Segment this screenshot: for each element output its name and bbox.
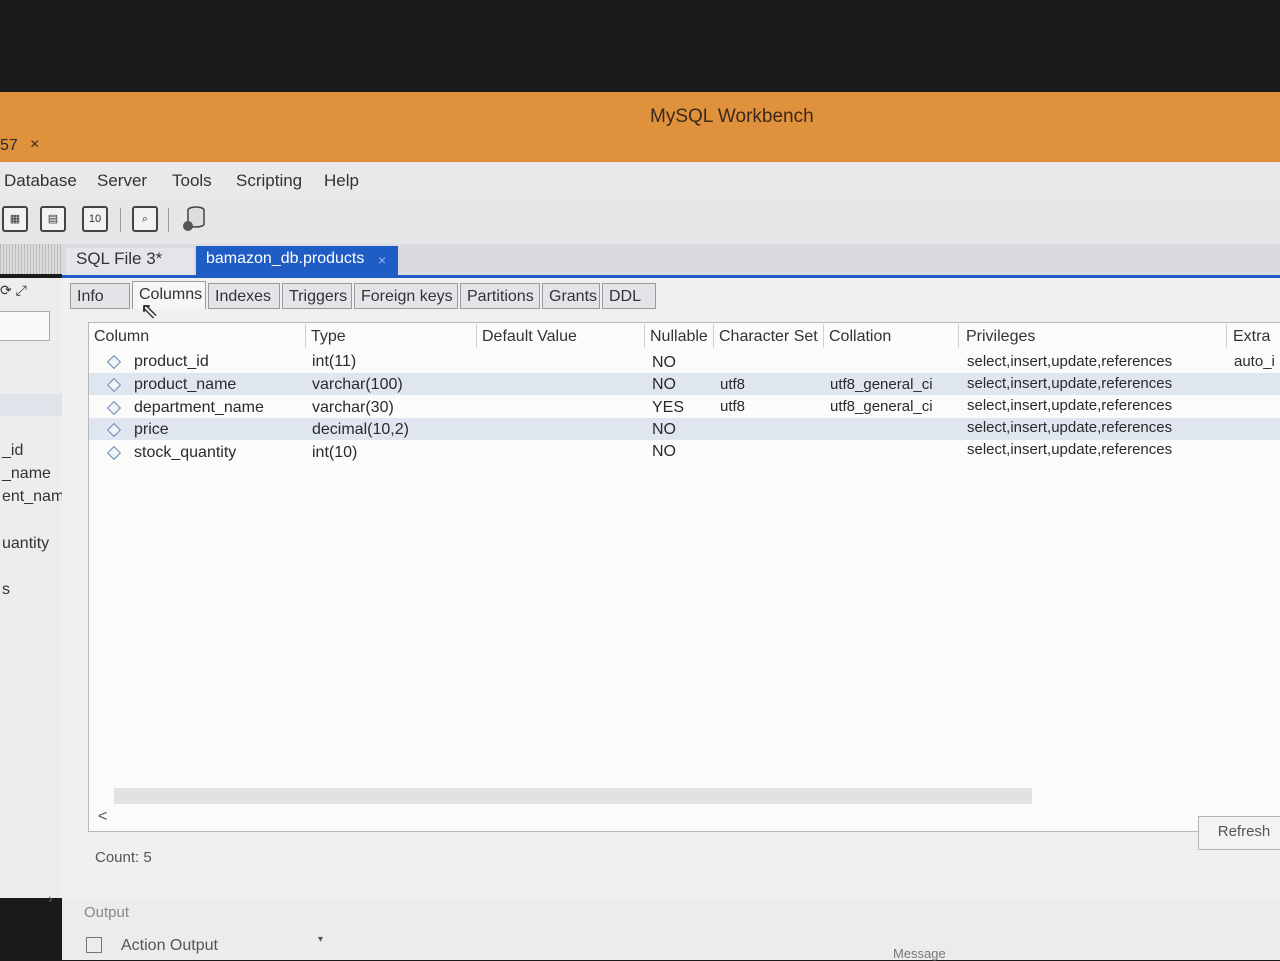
sidebar-item-quantity[interactable]: uantity (2, 535, 49, 553)
cell-nullable: NO (652, 354, 676, 371)
sql-options-icon[interactable]: 10 (82, 206, 108, 232)
header-separator (644, 324, 645, 348)
cell-type: int(10) (312, 444, 358, 461)
toolbar-separator (120, 208, 121, 232)
cell-character-set: utf8 (720, 376, 746, 393)
cell-type: int(11) (312, 353, 357, 370)
menu-help[interactable]: Help (324, 171, 359, 191)
cell-privileges: select,insert,update,references (967, 441, 1173, 458)
tab-close-icon[interactable]: × (378, 252, 386, 268)
tab-triggers[interactable]: Triggers (282, 283, 352, 309)
scroll-left-arrow-icon[interactable]: < (98, 808, 107, 826)
cell-column: department_name (134, 399, 264, 416)
tab-foreign-keys[interactable]: Foreign keys (354, 283, 458, 309)
header-separator (713, 324, 714, 348)
tab-sql-file-3-label[interactable]: SQL File 3* (76, 249, 162, 269)
cell-privileges: select,insert,update,references (967, 375, 1173, 392)
header-separator (476, 324, 477, 348)
header-separator (823, 324, 824, 348)
database-config-icon[interactable] (180, 204, 208, 234)
header-separator (1226, 324, 1227, 348)
new-sql-tab-icon[interactable]: ▦ (2, 206, 28, 232)
output-panel-title: Output (84, 904, 130, 921)
connection-tab-label[interactable]: 57 (0, 137, 18, 155)
row-count: Count: 5 (95, 849, 152, 866)
tab-partitions[interactable]: Partitions (460, 283, 540, 309)
header-privileges[interactable]: Privileges (966, 328, 1035, 346)
header-nullable[interactable]: Nullable (650, 328, 708, 346)
header-separator (305, 324, 306, 348)
header-separator (958, 324, 959, 348)
tab-grants[interactable]: Grants (542, 283, 600, 309)
tab-indexes[interactable]: Indexes (208, 283, 280, 309)
header-column[interactable]: Column (94, 328, 149, 346)
cell-collation: utf8_general_ci (830, 376, 933, 393)
header-character-set[interactable]: Character Set (719, 328, 818, 346)
connection-tab-close-icon[interactable]: × (30, 136, 39, 154)
window-title-bar (0, 92, 1280, 162)
action-output-selector[interactable]: Action Output (121, 937, 218, 955)
output-message-header: Message (893, 946, 946, 961)
cell-column: stock_quantity (134, 444, 237, 461)
sidebar-expand-chevron-icon[interactable]: › (48, 890, 53, 906)
horizontal-scrollbar[interactable] (114, 788, 1032, 804)
cell-column: product_id (134, 353, 209, 370)
cell-character-set: utf8 (720, 398, 746, 415)
menu-tools[interactable]: Tools (172, 171, 212, 191)
cell-nullable: YES (652, 399, 685, 416)
cell-nullable: NO (652, 376, 676, 393)
menu-database[interactable]: Database (4, 171, 77, 191)
cell-column: product_name (134, 376, 237, 393)
mouse-cursor-icon: ⇖ (140, 298, 159, 323)
cell-privileges: select,insert,update,references (967, 353, 1173, 370)
toolbar-separator (168, 208, 169, 232)
cell-privileges: select,insert,update,references (967, 419, 1173, 436)
cell-type: decimal(10,2) (312, 421, 409, 438)
header-extra[interactable]: Extra (1233, 328, 1270, 346)
tab-ddl[interactable]: DDL (602, 283, 656, 309)
tab-bamazon-products-label[interactable]: bamazon_db.products (206, 250, 364, 268)
sidebar-item-id[interactable]: _id (2, 442, 23, 460)
sidebar-item-name[interactable]: _name (2, 465, 51, 483)
tab-info[interactable]: Info (70, 283, 130, 309)
menu-server[interactable]: Server (97, 171, 147, 191)
header-default-value[interactable]: Default Value (482, 328, 577, 346)
menu-scripting[interactable]: Scripting (236, 171, 302, 191)
sidebar-item-department-name[interactable]: ent_nam (2, 488, 62, 506)
header-type[interactable]: Type (311, 328, 346, 346)
action-output-icon (86, 937, 102, 953)
sidebar-header-grip (0, 244, 62, 274)
sidebar-selected-row[interactable] (0, 394, 62, 416)
open-sql-file-icon[interactable]: ▤ (40, 206, 66, 232)
sidebar-refresh-expand-icons[interactable]: ⟳ ⤢ (0, 282, 27, 299)
chevron-down-icon[interactable]: ▾ (318, 934, 323, 945)
cell-nullable: NO (652, 443, 676, 460)
cell-collation: utf8_general_ci (830, 398, 933, 415)
window-title: MySQL Workbench (650, 106, 814, 127)
inspector-icon[interactable]: ⌕ (132, 206, 158, 232)
sidebar-item-other[interactable]: s (2, 581, 10, 599)
cell-privileges: select,insert,update,references (967, 397, 1173, 414)
header-collation[interactable]: Collation (829, 328, 891, 346)
sidebar-filter-input[interactable] (0, 311, 50, 341)
cell-type: varchar(100) (312, 376, 403, 393)
cell-extra: auto_i (1234, 353, 1275, 370)
cell-type: varchar(30) (312, 399, 394, 416)
refresh-button[interactable]: Refresh (1198, 816, 1280, 850)
output-panel (62, 898, 1280, 960)
cell-nullable: NO (652, 421, 676, 438)
cell-column: price (134, 421, 169, 438)
